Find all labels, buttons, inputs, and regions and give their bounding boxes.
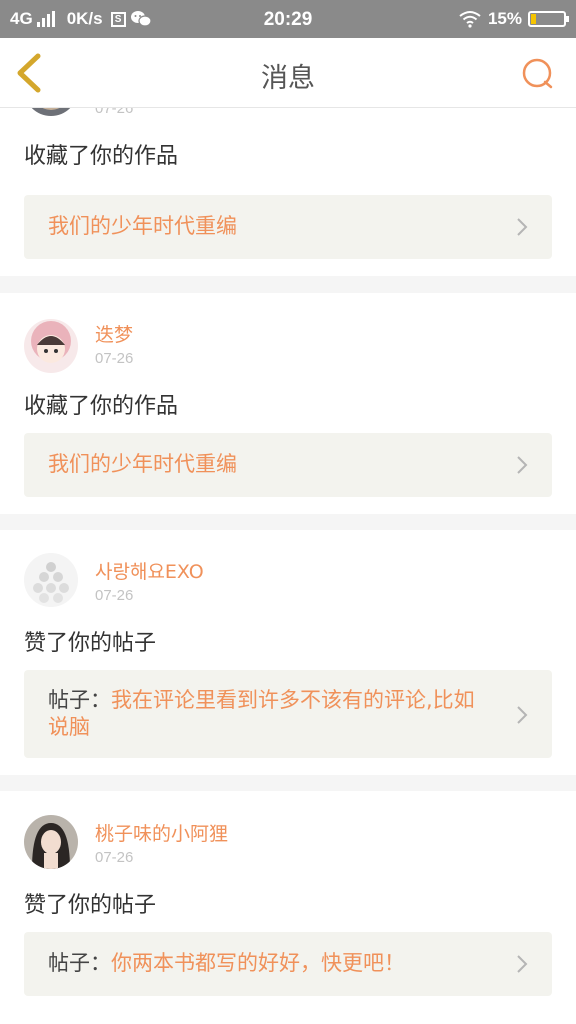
action-text: 收藏了你的作品 (24, 144, 179, 169)
wifi-icon (459, 11, 481, 28)
action-text: 赞了你的帖子 (24, 631, 157, 656)
status-right: 15% (458, 9, 569, 29)
action-text: 收藏了你的作品 (24, 394, 179, 419)
referenced-work[interactable]: 我们的少年时代重编 (24, 433, 552, 497)
avatar[interactable] (24, 319, 78, 373)
referenced-title-text: 帖子：我在评论里看到许多不该有的评论,比如说脑 (48, 687, 492, 741)
message-card: 迭梦 07-26 收藏了你的作品 我们的少年时代重编 (0, 293, 576, 514)
message-feed[interactable]: 07-26 收藏了你的作品 我们的少年时代重编 迭梦 07-26 收藏了你的作品 (0, 108, 576, 1024)
message-card: 07-26 收藏了你的作品 我们的少年时代重编 (0, 108, 576, 276)
username[interactable]: 사랑해요EXO (95, 557, 204, 584)
avatar[interactable] (24, 815, 78, 869)
avatar[interactable] (24, 108, 78, 116)
referenced-title-text: 我们的少年时代重编 (48, 451, 492, 478)
page-title: 消息 (261, 63, 315, 94)
ref-prefix: 帖子： (48, 688, 111, 712)
message-date: 07-26 (95, 849, 134, 866)
battery-icon (528, 11, 569, 27)
avatar[interactable] (24, 553, 78, 607)
ref-prefix: 帖子： (48, 951, 111, 975)
referenced-post[interactable]: 帖子：你两本书都写的好好，快更吧！ (24, 932, 552, 996)
action-text: 赞了你的帖子 (24, 893, 157, 918)
nav-bar: 消息 (0, 38, 576, 108)
chevron-right-icon (517, 218, 528, 236)
referenced-title: 我在评论里看到许多不该有的评论,比如说脑 (48, 688, 475, 739)
referenced-title: 我们的少年时代重编 (48, 214, 237, 238)
battery-fill (531, 14, 537, 24)
status-bar: 4G 0K/s S 20:29 15% (0, 0, 576, 38)
chevron-right-icon (517, 456, 528, 474)
message-card: 사랑해요EXO 07-26 赞了你的帖子 帖子：我在评论里看到许多不该有的评论,… (0, 530, 576, 775)
referenced-title-text: 我们的少年时代重编 (48, 213, 492, 240)
chevron-right-icon (517, 706, 528, 724)
username[interactable]: 迭梦 (95, 320, 133, 347)
message-date: 07-26 (95, 108, 134, 117)
battery-percent: 15% (487, 9, 522, 28)
message-date: 07-26 (95, 587, 134, 604)
message-date: 07-26 (95, 350, 134, 367)
chat-bubble-icon[interactable] (520, 56, 556, 92)
message-card: 桃子味的小阿狸 07-26 赞了你的帖子 帖子：你两本书都写的好好，快更吧！ (0, 791, 576, 1024)
chevron-right-icon (517, 955, 528, 973)
referenced-work[interactable]: 我们的少年时代重编 (24, 195, 552, 259)
referenced-title: 你两本书都写的好好，快更吧！ (111, 951, 405, 975)
username[interactable]: 桃子味的小阿狸 (95, 819, 228, 846)
referenced-title: 我们的少年时代重编 (48, 452, 237, 476)
referenced-title-text: 帖子：你两本书都写的好好，快更吧！ (48, 950, 492, 977)
referenced-post[interactable]: 帖子：我在评论里看到许多不该有的评论,比如说脑 (24, 670, 552, 758)
